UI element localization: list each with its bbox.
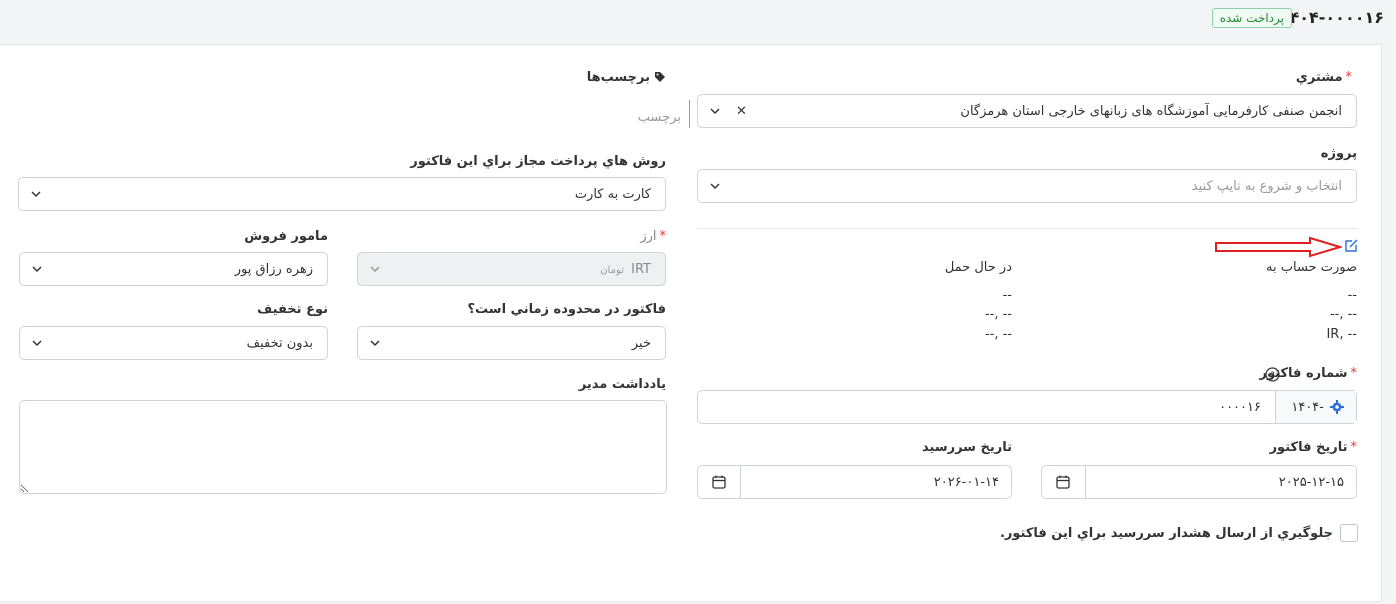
project-label: پروژه bbox=[1320, 146, 1357, 161]
invoice-date-value: ۲۰۲۵-۱۲-۱۵ bbox=[1278, 475, 1344, 490]
discount-type-select[interactable]: بدون تخفيف bbox=[19, 326, 328, 360]
invoice-number-title: ۱۴۰۴-۰۰۰۰۱۶ bbox=[1279, 8, 1384, 27]
discount-type-value: بدون تخفيف bbox=[246, 336, 313, 351]
discount-type-label: نوع تخفيف bbox=[257, 302, 328, 317]
sale-agent-select[interactable]: زهره رزاق پور bbox=[19, 252, 328, 286]
page-header: ۱۴۰۴-۰۰۰۰۱۶ پرداخت شده bbox=[0, 0, 1396, 44]
due-date-calendar-button[interactable] bbox=[698, 466, 741, 498]
invoice-date-calendar-button[interactable] bbox=[1042, 466, 1086, 498]
bottom-divider bbox=[0, 601, 1382, 602]
due-date-input[interactable]: ۲۰۲۶-۰۱-۱۴ bbox=[741, 466, 1011, 498]
admin-note-textarea[interactable] bbox=[19, 400, 667, 494]
customer-label: *مشتري bbox=[1295, 70, 1352, 85]
calendar-icon bbox=[712, 475, 726, 489]
customer-select[interactable]: انجمن صنفی کارفرمایی آموزشگاه های زبانها… bbox=[697, 94, 1357, 128]
currency-value: IRT تومان bbox=[600, 262, 651, 277]
payment-modes-label: روش هاي پرداخت مجاز براي اين فاكتور bbox=[410, 154, 666, 169]
invoice-prefix-text: -۱۴۰۴ bbox=[1291, 400, 1324, 415]
ship-line-1: -- bbox=[1002, 288, 1012, 303]
chevron-down-icon bbox=[370, 266, 380, 273]
invoice-number-input[interactable]: ۰۰۰۰۱۶ bbox=[698, 391, 1276, 423]
due-date-value: ۲۰۲۶-۰۱-۱۴ bbox=[933, 475, 999, 490]
section-divider bbox=[697, 228, 1357, 229]
clear-icon[interactable]: ✕ bbox=[736, 104, 747, 119]
invoice-prefix: -۱۴۰۴ bbox=[1276, 391, 1356, 423]
bill-line-1: -- bbox=[1347, 288, 1357, 303]
currency-label: *ارز bbox=[640, 229, 666, 244]
tag-icon bbox=[655, 72, 665, 82]
chevron-down-icon bbox=[370, 340, 380, 347]
edit-icon[interactable] bbox=[1343, 238, 1359, 254]
svg-text:?: ? bbox=[1270, 371, 1275, 381]
chevron-down-icon bbox=[32, 340, 42, 347]
invoice-number-value: ۰۰۰۰۱۶ bbox=[1219, 400, 1261, 415]
ship-line-2: -- ,-- bbox=[984, 307, 1012, 322]
prevent-overdue-label[interactable]: جلوگيري از ارسال هشدار سررسيد براي اين ف… bbox=[1000, 526, 1333, 541]
prevent-overdue-checkbox[interactable] bbox=[1340, 524, 1358, 542]
recurring-label: فاكتور در محدوده زماني است؟ bbox=[467, 302, 667, 317]
chevron-down-icon bbox=[710, 108, 720, 115]
invoice-date-input-group: ۲۰۲۵-۱۲-۱۵ bbox=[1041, 465, 1357, 499]
invoice-date-input[interactable]: ۲۰۲۵-۱۲-۱۵ bbox=[1086, 466, 1356, 498]
recurring-select[interactable]: خير bbox=[357, 326, 666, 360]
scrollbar[interactable] bbox=[1382, 44, 1396, 604]
currency-select[interactable]: IRT تومان bbox=[357, 252, 666, 286]
chevron-down-icon bbox=[31, 191, 41, 198]
chevron-down-icon bbox=[710, 183, 720, 190]
chevron-down-icon bbox=[32, 266, 42, 273]
recurring-value: خير bbox=[631, 336, 651, 351]
tags-label: برچسب‌ها bbox=[587, 70, 666, 85]
ship-to-label: در حال حمل bbox=[944, 260, 1012, 275]
red-arrow-annotation bbox=[1215, 236, 1342, 258]
admin-note-label: يادداشت مدير bbox=[578, 377, 666, 392]
calendar-icon bbox=[1056, 475, 1070, 489]
payment-modes-value: کارت به کارت bbox=[574, 187, 651, 202]
due-date-label: تاريخ سررسيد bbox=[922, 440, 1012, 455]
status-badge: پرداخت شده bbox=[1211, 8, 1292, 28]
sale-agent-value: زهره رزاق پور bbox=[234, 262, 313, 277]
project-select[interactable]: انتخاب و شروع به تایپ کنید bbox=[697, 169, 1357, 203]
sale-agent-label: مامور فروش bbox=[244, 229, 328, 244]
tags-input[interactable]: برچسب bbox=[630, 100, 690, 128]
due-date-input-group: ۲۰۲۶-۰۱-۱۴ bbox=[697, 465, 1012, 499]
bill-to-label: صورت حساب به bbox=[1266, 260, 1357, 275]
customer-value: انجمن صنفی کارفرمایی آموزشگاه های زبانها… bbox=[960, 104, 1342, 119]
project-placeholder: انتخاب و شروع به تایپ کنید bbox=[1191, 179, 1342, 194]
ship-line-3: -- ,-- bbox=[984, 327, 1012, 342]
help-icon[interactable]: ? bbox=[1265, 367, 1280, 382]
bill-line-2: -- ,-- bbox=[1329, 307, 1357, 322]
invoice-number-input-group: -۱۴۰۴ ۰۰۰۰۱۶ bbox=[697, 390, 1357, 424]
payment-modes-select[interactable]: کارت به کارت bbox=[18, 177, 666, 211]
gear-icon[interactable] bbox=[1330, 400, 1344, 414]
bill-line-3: -- ,IR bbox=[1326, 327, 1357, 342]
invoice-date-label: *تاريخ فاكتور bbox=[1269, 440, 1357, 455]
